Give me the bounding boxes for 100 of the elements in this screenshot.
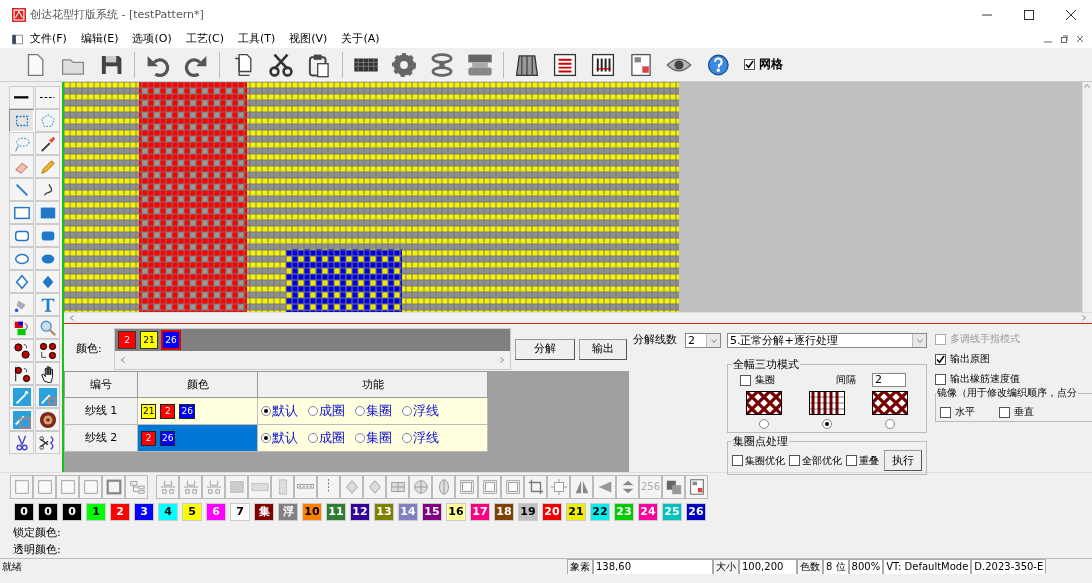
radio-option[interactable]: 集圈 (355, 403, 392, 419)
radio-option[interactable]: 成圈 (308, 430, 345, 446)
tool-button[interactable] (9, 86, 34, 109)
color-swatch[interactable]: 20 (542, 503, 562, 521)
radio-option[interactable]: 默认 (261, 403, 298, 419)
tool-button[interactable] (35, 408, 60, 431)
app-logo-icon (12, 8, 26, 22)
tool-button[interactable] (9, 362, 34, 385)
tool-button[interactable] (35, 132, 60, 155)
checkbox[interactable] (935, 353, 946, 365)
tool-button[interactable] (35, 339, 60, 362)
pencil-icon (38, 157, 57, 176)
panel-icon (480, 477, 499, 496)
tool-button[interactable] (35, 178, 60, 201)
color-swatch[interactable]: 5 (182, 503, 202, 521)
radio-button[interactable] (822, 419, 832, 429)
color-swatch[interactable]: 3 (134, 503, 154, 521)
move-icon (549, 477, 568, 496)
tool-button[interactable] (35, 431, 60, 454)
color-swatch[interactable]: 10 (302, 503, 322, 521)
checkbox-label: 输出橡筋速度值 (950, 373, 1020, 385)
checkbox[interactable] (935, 373, 946, 385)
menu-item[interactable]: 视图(V) (282, 32, 335, 46)
tool-button[interactable] (9, 431, 34, 454)
checkbox[interactable] (999, 406, 1010, 418)
checkbox[interactable] (940, 406, 951, 418)
color-chip[interactable]: 2 (118, 331, 136, 349)
color-swatch[interactable]: 19 (518, 503, 538, 521)
radio-option[interactable]: 成圈 (308, 403, 345, 419)
list-icon (552, 51, 578, 78)
color-swatch[interactable]: 15 (422, 503, 442, 521)
color-swatch[interactable]: 21 (566, 503, 586, 521)
color-cell[interactable]: 2 26 (137, 424, 258, 452)
close-icon[interactable] (1076, 35, 1084, 43)
scroll-left-icon[interactable] (68, 313, 76, 322)
checkbox[interactable] (846, 455, 857, 466)
group-title: 全幅三功模式 (732, 358, 800, 372)
column-header: 功能 (257, 371, 488, 398)
checkbox[interactable] (740, 374, 751, 386)
color-swatch[interactable]: 1 (86, 503, 106, 521)
color-chip[interactable]: 21 (140, 331, 158, 349)
scroll-left-icon[interactable] (119, 356, 127, 364)
split-count-select[interactable]: 2 (685, 333, 721, 348)
menu-item[interactable]: 工具(T) (231, 32, 283, 46)
menu-item[interactable]: 编辑(E) (73, 32, 126, 46)
color-swatch[interactable]: 12 (350, 503, 370, 521)
color-cell[interactable]: 21 2 26 (137, 397, 258, 425)
color-swatch[interactable]: 17 (470, 503, 490, 521)
status-value: D.2023-350-E (971, 559, 1047, 574)
color-swatch[interactable]: 26 (686, 503, 706, 521)
menu-item[interactable]: 工艺(C) (178, 32, 231, 46)
menu-item[interactable]: 关于(A) (334, 32, 387, 46)
color-swatch[interactable]: 4 (158, 503, 178, 521)
checkbox-label: 垂直 (1014, 406, 1034, 418)
restore-icon[interactable] (1060, 35, 1068, 43)
mode-select[interactable]: 5.正常分解+逐行处理 (727, 333, 927, 348)
color-swatch[interactable]: 11 (326, 503, 346, 521)
column-header: 颜色 (137, 371, 258, 398)
tool-button[interactable] (9, 316, 34, 339)
color-swatch[interactable]: 13 (374, 503, 394, 521)
color-swatch[interactable]: 7 (230, 503, 250, 521)
color-swatch[interactable]: 16 (446, 503, 466, 521)
maximize-icon (1024, 10, 1034, 20)
color-swatch[interactable]: 24 (638, 503, 658, 521)
tool-button[interactable] (9, 339, 34, 362)
execute-button[interactable]: 执行 (884, 450, 922, 471)
eyedropper-icon (38, 134, 57, 153)
checkbox[interactable] (789, 455, 800, 466)
radio-button[interactable] (885, 419, 896, 429)
color-swatch[interactable]: 0 (14, 503, 34, 521)
dotted-line-icon (296, 484, 315, 489)
radio-button[interactable] (758, 419, 769, 429)
color-swatch[interactable]: 浮 (278, 503, 298, 521)
scroll-right-icon[interactable] (498, 356, 506, 364)
window-title: 创达花型打版系统 - [testPattern*] (30, 8, 204, 22)
panel-icon (503, 477, 522, 496)
panel-icon (457, 477, 476, 496)
checkbox[interactable] (744, 59, 755, 70)
square-icon (81, 477, 100, 496)
split-button[interactable]: 分解 (515, 338, 575, 360)
color-chip[interactable]: 26 (162, 331, 180, 349)
menu-item[interactable]: 文件(F) (23, 32, 74, 46)
radio-option[interactable]: 集圈 (355, 430, 392, 446)
radio-option[interactable]: 浮线 (402, 430, 439, 446)
menu-item[interactable]: 选项(O) (125, 32, 179, 46)
color-swatch[interactable]: 0 (62, 503, 82, 521)
radio-option[interactable]: 默认 (261, 430, 298, 446)
color-swatch[interactable]: 0 (38, 503, 58, 521)
scroll-right-icon[interactable] (1080, 313, 1088, 322)
color-swatch[interactable]: 18 (494, 503, 514, 521)
scroll-up-icon[interactable] (1083, 82, 1091, 90)
output-button[interactable]: 输出 (579, 338, 627, 360)
tool-button[interactable] (35, 362, 60, 385)
interval-spinner[interactable]: 2 (872, 373, 906, 387)
color-swatch[interactable]: 22 (590, 503, 610, 521)
checkbox[interactable] (732, 455, 743, 466)
color-swatch[interactable]: 2 (110, 503, 130, 521)
color-swatch[interactable]: 集 (254, 503, 274, 521)
color-swatch[interactable]: 14 (398, 503, 418, 521)
radio-option[interactable]: 浮线 (402, 403, 439, 419)
